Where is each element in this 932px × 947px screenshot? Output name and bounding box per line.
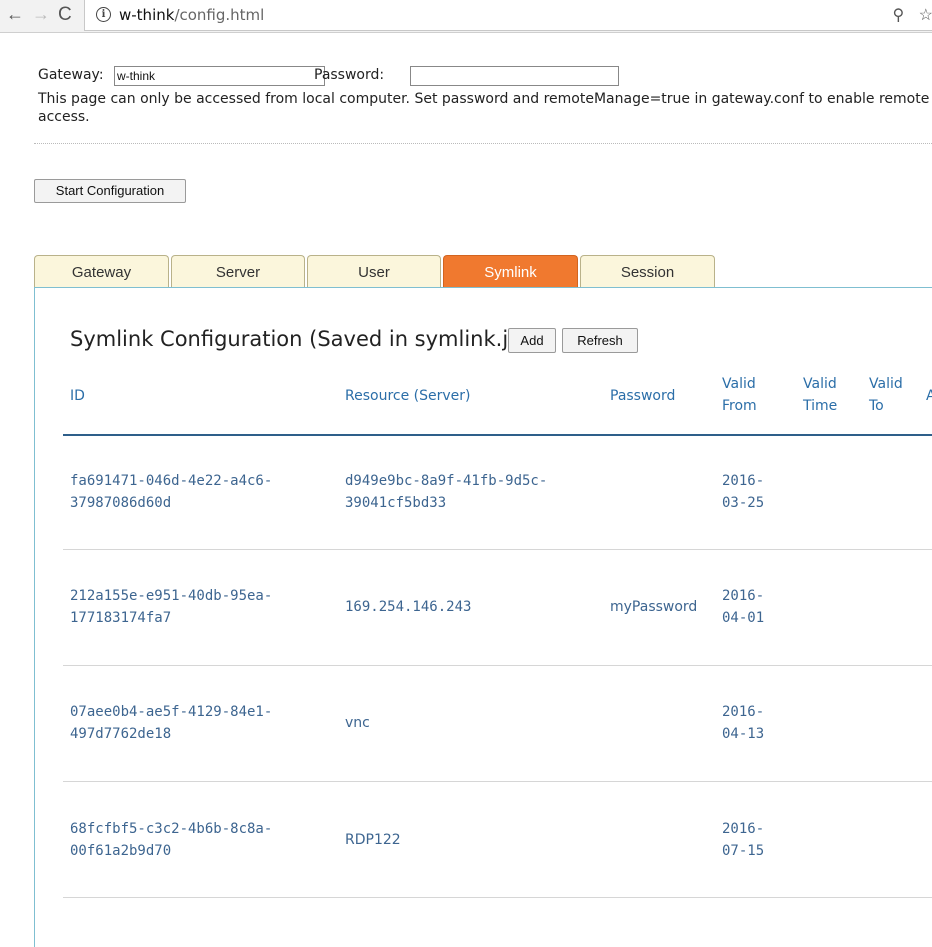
back-icon[interactable]: ← [6,4,24,25]
key-icon[interactable]: ⚲ [892,7,904,24]
tab-server[interactable]: Server [171,255,305,288]
cell-line: 2016- [722,821,765,837]
cell-password: myPassword [610,599,698,615]
row-divider [63,549,932,550]
password-label: Password: [314,67,385,83]
cell-resource: vnc [345,715,370,731]
column-header-valid-time[interactable]: Valid Time [803,373,837,417]
access-notice: This page can only be accessed from loca… [38,91,930,125]
cell-line: 2016- [722,588,765,604]
row-divider [63,665,932,666]
header-line: From [722,398,757,414]
column-header-valid-from[interactable]: Valid From [722,373,757,417]
cell-line: 00f61a2b9d70 [70,843,172,859]
cell-resource: d949e9bc-8a9f-41fb-9d5c- 39041cf5bd33 [345,470,547,514]
url-text[interactable]: w-think/config.html [119,6,264,24]
start-configuration-button[interactable]: Start Configuration [34,179,186,203]
cell-line: 68fcfbf5-c3c2-4b6b-8c8a- [70,821,273,837]
cell-line: 07-15 [722,843,765,859]
cell-line: 177183174fa7 [70,610,172,626]
cell-line: 07aee0b4-ae5f-4129-84e1- [70,704,273,720]
reload-icon[interactable]: C [58,4,72,26]
header-line: Valid [722,376,756,392]
column-header-id[interactable]: ID [70,385,85,407]
column-header-resource[interactable]: Resource (Server) [345,385,471,407]
cell-line: fa691471-046d-4e22-a4c6- [70,473,273,489]
cell-id: fa691471-046d-4e22-a4c6- 37987086d60d [70,470,272,514]
cell-valid-from: 2016- 07-15 [722,818,764,862]
address-bar[interactable]: i w-think/config.html ⚲ ☆ [84,0,932,31]
cell-valid-from: 2016- 03-25 [722,470,764,514]
cell-id: 212a155e-e951-40db-95ea- 177183174fa7 [70,585,272,629]
url-path: /config.html [174,6,265,24]
cell-resource: 169.254.146.243 [345,599,472,615]
cell-valid-from: 2016- 04-01 [722,585,764,629]
cell-line: 39041cf5bd33 [345,495,447,511]
tab-session[interactable]: Session [580,255,715,288]
cell-id: 68fcfbf5-c3c2-4b6b-8c8a- 00f61a2b9d70 [70,818,272,862]
panel-title: Symlink Configuration (Saved in symlink.… [70,327,554,351]
forward-icon[interactable]: → [32,4,50,25]
gateway-login-form: Gateway: w-think Password: This page can… [38,64,932,125]
login-row: Gateway: w-think Password: [38,64,932,86]
refresh-button[interactable]: Refresh [562,328,638,353]
tab-gateway[interactable]: Gateway [34,255,169,288]
info-icon[interactable]: i [96,7,111,22]
cell-line: 212a155e-e951-40db-95ea- [70,588,273,604]
header-line: Time [803,398,838,414]
row-divider [63,781,932,782]
cell-line: 04-01 [722,610,765,626]
cell-line: 03-25 [722,495,765,511]
cell-id: 07aee0b4-ae5f-4129-84e1- 497d7762de18 [70,701,272,745]
cell-line: 2016- [722,704,765,720]
cell-line: 2016- [722,473,765,489]
tab-user[interactable]: User [307,255,441,288]
cell-valid-from: 2016- 04-13 [722,701,764,745]
cell-line: 37987086d60d [70,495,172,511]
cell-line: d949e9bc-8a9f-41fb-9d5c- [345,473,548,489]
omnibox-tools: ⚲ ☆ [882,5,932,25]
password-input[interactable] [410,66,619,86]
column-header-password[interactable]: Password [610,385,675,407]
divider [34,143,932,144]
tab-symlink[interactable]: Symlink [443,255,578,288]
add-button[interactable]: Add [508,328,556,353]
url-host: w-think [119,6,175,24]
row-divider [63,897,932,898]
cell-line: 04-13 [722,726,765,742]
gateway-label: Gateway: [38,67,104,83]
header-line: Valid [869,376,903,392]
column-header-extra[interactable]: A [926,385,932,407]
header-line: To [869,398,884,414]
cell-resource: RDP122 [345,832,401,848]
gateway-input[interactable]: w-think [114,66,325,86]
browser-toolbar: ← → C i w-think/config.html ⚲ ☆ [0,0,932,33]
header-divider [63,434,932,436]
header-line: Valid [803,376,837,392]
star-icon[interactable]: ☆ [919,7,932,24]
column-header-valid-to[interactable]: Valid To [869,373,903,417]
cell-line: 497d7762de18 [70,726,172,742]
